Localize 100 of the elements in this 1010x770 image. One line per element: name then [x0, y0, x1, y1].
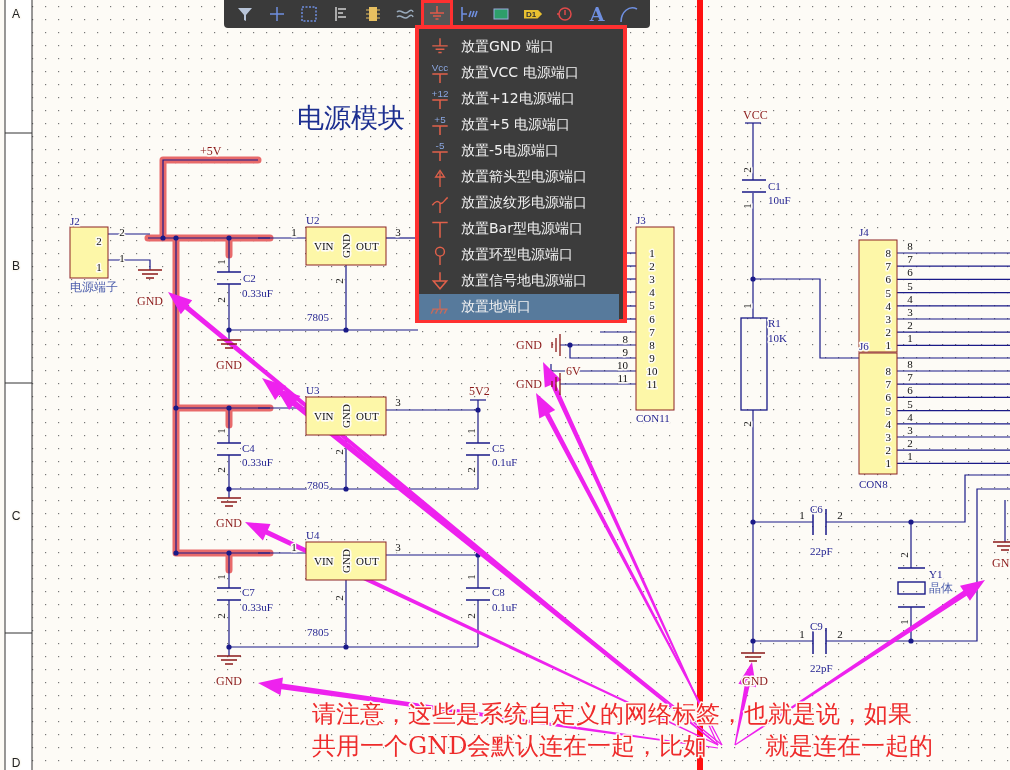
pin-number: 3: [395, 396, 401, 408]
pin-number: 8: [885, 247, 891, 259]
pin-number: 2: [741, 167, 753, 173]
pin-number: 1: [215, 574, 227, 580]
pin-number: 1: [119, 252, 125, 264]
menu-item[interactable]: Vcc 放置VCC 电源端口: [419, 60, 619, 86]
junction-dot: [567, 342, 573, 348]
pin-number: 7: [907, 253, 913, 266]
pin-number: 6: [885, 391, 891, 404]
pin-number: 11: [617, 372, 628, 385]
wire: [626, 291, 637, 293]
part-value: 10uF: [768, 194, 791, 206]
part-value: 7805: [307, 626, 329, 638]
bus-icon: [459, 4, 479, 24]
pin-number: 10: [646, 364, 658, 377]
pin-name: OUT: [356, 240, 379, 252]
pin-number: 1: [898, 619, 910, 625]
pin-number: 2: [885, 326, 891, 339]
capacitor-symbol: [216, 587, 242, 601]
pin-number: 2: [215, 613, 227, 619]
zone-label: D: [11, 756, 21, 770]
capacitor-symbol: [465, 442, 491, 456]
pin-number: 1: [885, 457, 891, 470]
wire: [626, 278, 637, 280]
pin-number: 1: [907, 332, 913, 345]
part-designator: U4: [306, 529, 320, 541]
menu-item[interactable]: 放置环型电源端口: [419, 242, 619, 268]
part-designator: J3: [636, 214, 646, 226]
part-value: 0.1uF: [492, 456, 518, 468]
pin-number: 2: [907, 319, 913, 332]
pin-number: 7: [885, 378, 891, 391]
pin-number: 2: [837, 509, 843, 521]
power-port-label: GND: [516, 377, 542, 391]
wire: [626, 252, 637, 254]
pin-number: 2: [333, 449, 345, 455]
menu-item[interactable]: 放置Bar型电源端口: [419, 216, 619, 242]
menu-item[interactable]: 放置信号地电源端口: [419, 268, 619, 294]
pin-number: 6: [649, 312, 655, 325]
part-designator: J4: [859, 226, 869, 238]
part-designator: C2: [243, 272, 256, 284]
junction-dot: [750, 276, 756, 282]
pin-number: 3: [649, 273, 655, 286]
pin-number: 2: [96, 235, 102, 247]
power-port-label: GN: [992, 556, 1010, 570]
pin-number: 1: [799, 628, 805, 640]
signal-ground-icon: [429, 270, 451, 292]
junction-dot: [226, 486, 232, 492]
part-value: 7805: [307, 311, 329, 323]
pin-number: 4: [907, 292, 913, 305]
pin-number: 4: [907, 410, 913, 423]
menu-item[interactable]: 放置波纹形电源端口: [419, 190, 619, 216]
power-port-label: VCC: [743, 108, 768, 122]
pin-number: 1: [907, 450, 913, 463]
part-value: 0.33uF: [242, 601, 273, 613]
menu-item[interactable]: 放置地端口: [419, 294, 619, 320]
pin-number: 2: [119, 226, 125, 238]
pin-number: 1: [96, 261, 102, 273]
pin-number: 8: [907, 358, 913, 370]
part-value: 0.33uF: [242, 456, 273, 468]
ground-symbol: [740, 652, 766, 662]
pin-number: 2: [465, 613, 477, 619]
menu-item[interactable]: +5 放置+5 电源端口: [419, 112, 619, 138]
part-value: 0.33uF: [242, 287, 273, 299]
part-value: 22pF: [810, 662, 833, 674]
part-value: 10K: [768, 332, 787, 344]
menu-item[interactable]: +12 放置+12电源端口: [419, 86, 619, 112]
pin-number: 1: [799, 509, 805, 521]
pin-number: 3: [395, 541, 401, 553]
power-port-label: GND: [216, 358, 242, 372]
capacitor-symbol: [216, 442, 242, 456]
pin-name: GND: [340, 404, 352, 428]
pin-name: VIN: [314, 410, 334, 422]
pin-number: 8: [907, 240, 913, 252]
ground-symbol: [551, 333, 561, 357]
pin-number: 1: [465, 574, 477, 580]
pin-number: 1: [741, 203, 753, 209]
menu-item[interactable]: 放置箭头型电源端口: [419, 164, 619, 190]
pin-number: 5: [885, 286, 891, 299]
zone-label: A: [12, 7, 20, 21]
pin-number: 5: [907, 397, 913, 410]
wire: [626, 305, 637, 307]
junction-dot: [173, 235, 179, 241]
pin-number: 2: [649, 260, 655, 273]
pin-number: 9: [649, 351, 655, 364]
pin-number: 2: [215, 297, 227, 303]
menu-item[interactable]: 放置GND 端口: [419, 34, 619, 60]
pin-number: 1: [215, 259, 227, 265]
pin-number: 2: [333, 278, 345, 284]
text-tool[interactable]: A: [581, 0, 613, 28]
part-comment: 电源端子: [70, 280, 118, 294]
pin-number: 5: [885, 404, 891, 417]
part-designator: C4: [242, 442, 255, 454]
pin-number: 6: [907, 266, 913, 279]
pin-number: 1: [291, 541, 297, 553]
capacitor-symbol: [741, 179, 767, 193]
menu-item[interactable]: -5 放置-5电源端口: [419, 138, 619, 164]
pin-number: 4: [885, 417, 891, 430]
pin-number: 2: [333, 595, 345, 601]
junction-dot: [226, 405, 232, 411]
pin-number: 1: [291, 226, 297, 238]
